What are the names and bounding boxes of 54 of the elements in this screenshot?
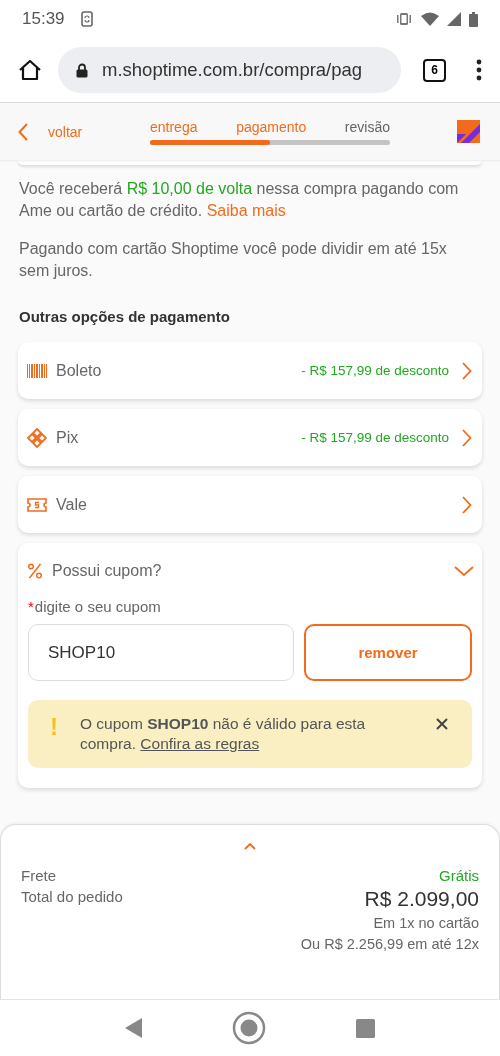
payment-option[interactable]: Pix - R$ 157,99 de desconto: [18, 409, 482, 466]
installment-note: Em 1x no cartão: [372, 915, 479, 931]
rules-link[interactable]: Confira as regras: [140, 735, 260, 752]
menu-icon[interactable]: [476, 59, 482, 81]
alert-message: O cupom SHOP10 não é válido para esta compra. Confira as regras: [80, 714, 367, 754]
warning-mark: !: [49, 714, 59, 740]
installment-note: Ou R$ 2.256,99 em até 12x: [299, 936, 479, 952]
payment-option[interactable]: Vale: [18, 476, 482, 533]
checkout-step: entrega: [150, 118, 198, 135]
wifi-icon: [421, 12, 439, 26]
vibrate-icon: [395, 13, 413, 25]
summary-label: Frete: [21, 867, 56, 884]
chevron-right-icon: [462, 428, 472, 447]
diamond-icon: [27, 427, 47, 448]
coupon-toggle[interactable]: Possui cupom?: [18, 543, 482, 598]
coupon-input[interactable]: SHOP10: [28, 624, 294, 681]
cashback-text: Você receberá R$ 10,00 de volta nessa compra pagando com Ame ou cartão de crédito. Saiba mais: [19, 179, 460, 221]
chevron-left-icon: [18, 122, 28, 141]
ticket-icon: [27, 497, 47, 512]
field-label: digite o seu cupom: [34, 598, 161, 615]
installment-text: Pagando com cartão Shoptime você pode dividir em até 15x sem juros.: [19, 239, 448, 281]
percent-icon: [28, 562, 42, 579]
close-icon[interactable]: [436, 718, 448, 730]
back-icon[interactable]: [124, 1018, 143, 1038]
remove-button[interactable]: remover: [304, 624, 472, 681]
discount-text: - R$ 157,99 de desconto: [301, 363, 449, 378]
lock-icon: [76, 62, 88, 78]
total-price: R$ 2.099,00: [364, 887, 479, 911]
barcode-icon: [27, 363, 47, 378]
checkout-step: revisão: [344, 118, 390, 135]
option-label: Pix: [56, 428, 79, 447]
home-icon[interactable]: [18, 59, 42, 81]
phone-sync-icon: [80, 11, 93, 27]
chevron-right-icon: [462, 495, 472, 514]
recents-icon[interactable]: [356, 1018, 376, 1038]
address-bar[interactable]: m.shoptime.com.br/compra/pag: [58, 47, 401, 93]
option-label: Boleto: [56, 361, 102, 380]
learn-more-link[interactable]: Saiba mais: [206, 202, 286, 219]
discount-text: - R$ 157,99 de desconto: [301, 430, 449, 445]
logo-icon: [457, 120, 480, 143]
signal-icon: [447, 12, 461, 26]
tab-count-button[interactable]: 6: [423, 58, 446, 82]
summary-value: Grátis: [439, 867, 479, 884]
battery-icon: [469, 11, 478, 27]
chevron-up-icon[interactable]: [244, 843, 256, 850]
required-mark: *: [28, 598, 34, 615]
checkout-step: pagamento: [236, 118, 307, 135]
summary-label: Total do pedido: [21, 888, 123, 905]
option-label: Vale: [56, 495, 87, 514]
chevron-right-icon: [462, 361, 472, 380]
section-title: Outras opções de pagamento: [19, 308, 231, 325]
status-time: 15:39: [22, 9, 65, 29]
home-circle-icon[interactable]: [232, 1011, 267, 1045]
payment-option[interactable]: Boleto - R$ 157,99 de desconto: [18, 342, 482, 399]
